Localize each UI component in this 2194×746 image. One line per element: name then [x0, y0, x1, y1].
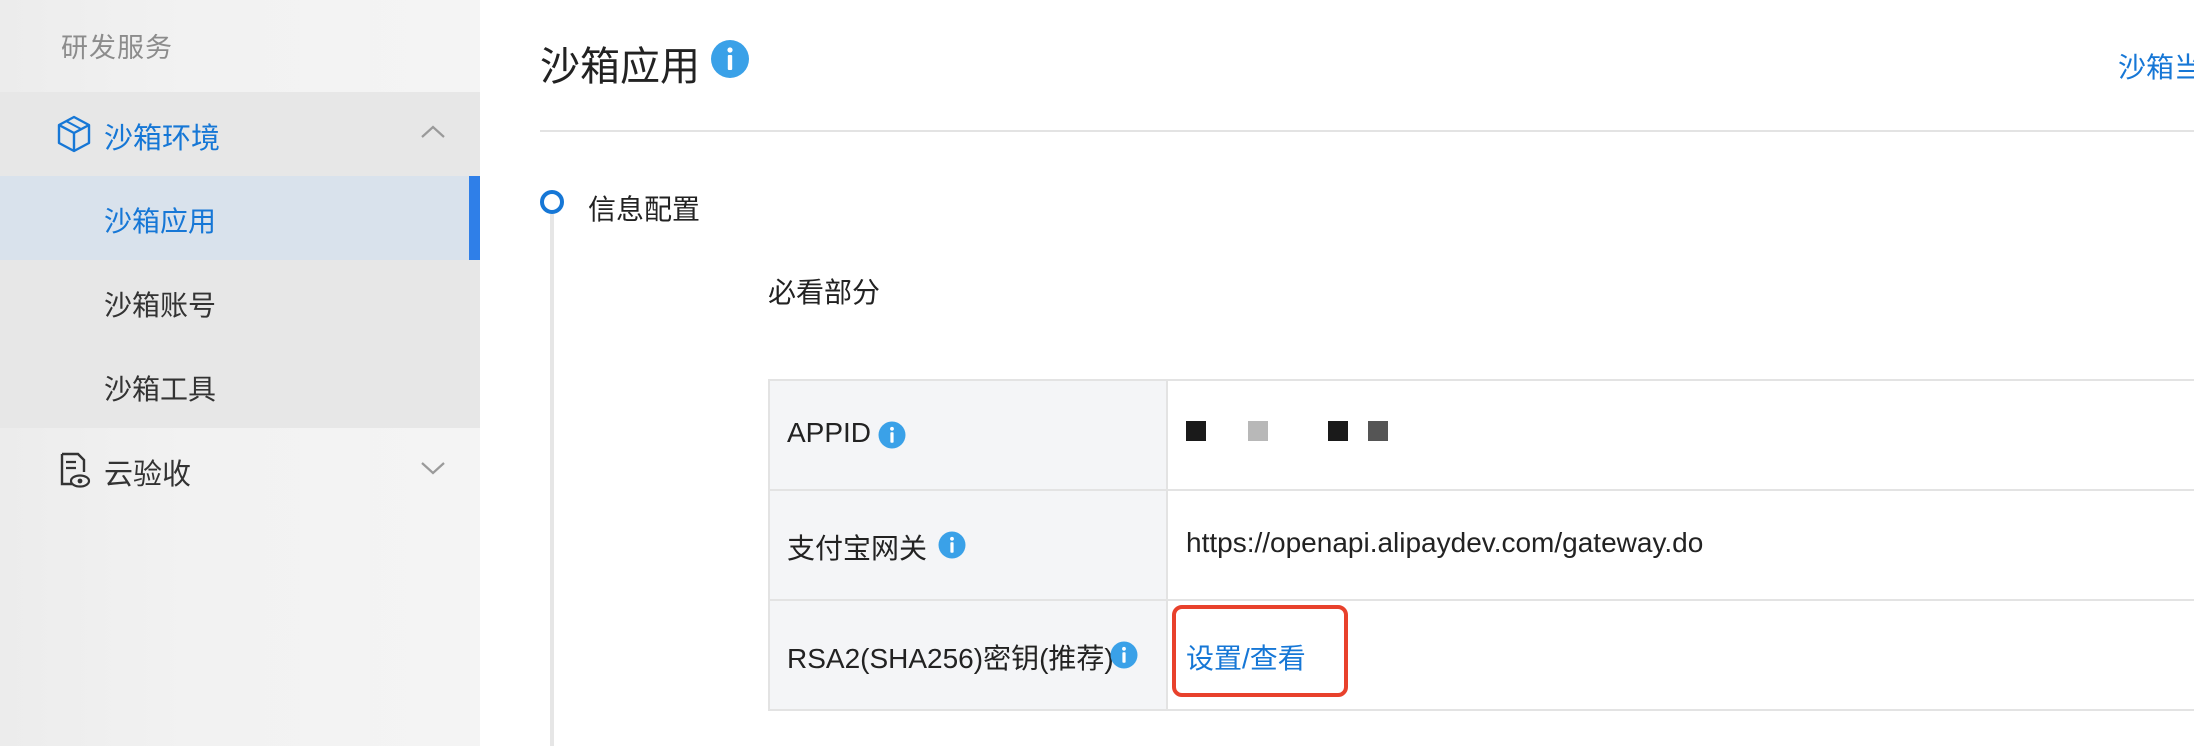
sidebar-group-label: 沙箱环境 [104, 123, 221, 155]
sidebar-item-sandbox-account[interactable]: 沙箱账号 [0, 260, 480, 344]
info-icon[interactable] [710, 39, 750, 79]
info-icon[interactable] [938, 531, 966, 559]
sidebar-item-sandbox-app[interactable]: 沙箱应用 [0, 176, 480, 260]
sidebar-group-cloud-acceptance[interactable]: 云验收 [0, 428, 480, 512]
sidebar-item-label: 沙箱工具 [104, 374, 217, 405]
step-line [550, 214, 554, 746]
table-row: APPID [768, 379, 2194, 489]
step-indicator [540, 190, 564, 214]
document-eye-icon [60, 452, 91, 488]
sidebar-section-title: 研发服务 [61, 33, 173, 63]
row-label-cell: 支付宝网关 [768, 491, 1168, 599]
redaction-block [1248, 421, 1268, 441]
page-title: 沙箱应用 [540, 45, 700, 89]
gateway-value: https://openapi.alipaydev.com/gateway.do [1186, 527, 1704, 558]
step-title: 信息配置 [588, 194, 701, 225]
row-label: 支付宝网关 [787, 533, 928, 564]
table-row: 支付宝网关 https://openapi.alipaydev.com/gate… [768, 489, 2194, 599]
section-subtitle: 必看部分 [768, 277, 881, 308]
sidebar-item-label: 沙箱应用 [104, 206, 217, 237]
sidebar-group-label: 云验收 [104, 459, 192, 491]
redaction-block [1328, 421, 1348, 441]
info-table: APPID 支付宝网关 https://openapi.alipaydev.co… [768, 379, 2194, 711]
divider [540, 130, 2194, 132]
redaction-block [1368, 421, 1388, 441]
active-indicator [469, 176, 480, 260]
table-row: RSA2(SHA256)密钥(推荐) 设置/查看 [768, 599, 2194, 711]
row-label: RSA2(SHA256)密钥(推荐) [787, 643, 1114, 674]
box-icon [57, 115, 91, 153]
info-icon[interactable] [878, 421, 906, 449]
sidebar-group-sandbox[interactable]: 沙箱环境 [0, 92, 480, 176]
row-label: APPID [787, 417, 872, 448]
row-label-cell: RSA2(SHA256)密钥(推荐) [768, 601, 1168, 709]
chevron-down-icon[interactable] [418, 456, 448, 480]
sidebar-item-sandbox-tools[interactable]: 沙箱工具 [0, 344, 480, 428]
top-right-link[interactable]: 沙箱当 [2118, 46, 2194, 86]
set-view-link[interactable]: 设置/查看 [1186, 637, 1306, 677]
chevron-up-icon[interactable] [418, 120, 448, 144]
row-label-cell: APPID [768, 381, 1168, 489]
sidebar-item-label: 沙箱账号 [104, 290, 217, 321]
redaction-block [1186, 421, 1206, 441]
info-icon[interactable] [1110, 641, 1138, 669]
sidebar: 研发服务 沙箱环境 沙箱应用 沙箱账号 沙箱工具 云验收 [0, 0, 480, 746]
